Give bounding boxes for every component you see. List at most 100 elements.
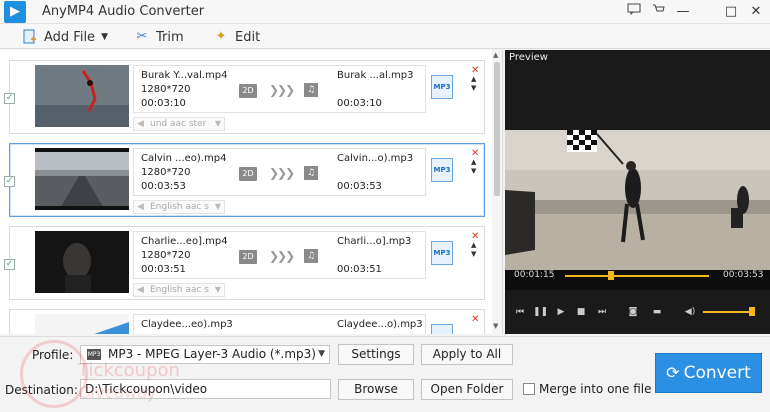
audio-track-select[interactable]: ◀ English aac s ▼ bbox=[133, 200, 225, 214]
mode-badge: 2D bbox=[239, 167, 257, 181]
output-file-name: Burak ...al.mp3 bbox=[337, 70, 414, 81]
file-row[interactable]: ✓ Charlie...eo].mp4 1280*720 00:03:51 2D… bbox=[4, 226, 485, 300]
preview-video[interactable] bbox=[505, 130, 770, 290]
source-file-name: Burak Y...val.mp4 bbox=[141, 70, 228, 81]
file-checkbox[interactable]: ✓ bbox=[4, 93, 15, 104]
pause-icon[interactable]: ❚❚ bbox=[533, 305, 548, 319]
file-checkbox[interactable]: ✓ bbox=[4, 259, 15, 270]
source-file-name: Charlie...eo].mp4 bbox=[141, 236, 228, 247]
output-file-name: Claydee...o).mp3 bbox=[337, 319, 423, 330]
video-thumbnail bbox=[35, 314, 129, 334]
skip-back-icon[interactable]: ⏮ bbox=[513, 305, 527, 319]
speaker-icon: ◀ bbox=[137, 202, 144, 212]
trim-button[interactable]: ✂ Trim bbox=[134, 27, 184, 47]
speaker-icon: ◀ bbox=[137, 285, 144, 295]
merge-checkbox[interactable] bbox=[523, 383, 535, 395]
source-file-name: Calvin ...eo).mp4 bbox=[141, 153, 227, 164]
refresh-icon: ⟳ bbox=[666, 363, 680, 382]
output-file-name: Calvin...o).mp3 bbox=[337, 153, 414, 164]
file-row[interactable]: ✓ Burak Y...val.mp4 1280*720 00:03:10 2D… bbox=[4, 60, 485, 134]
open-folder-button[interactable]: Open Folder bbox=[421, 379, 513, 400]
scroll-down-icon[interactable]: ▼ bbox=[493, 322, 498, 330]
scissors-icon: ✂ bbox=[136, 29, 148, 44]
volume-slider[interactable] bbox=[703, 311, 755, 313]
music-note-icon: ♫ bbox=[304, 83, 318, 97]
move-up-icon[interactable]: ▲ bbox=[471, 241, 476, 249]
browse-button[interactable]: Browse bbox=[338, 379, 414, 400]
audio-track-select[interactable]: ◀ und aac ster ▼ bbox=[133, 117, 225, 131]
add-file-button[interactable]: Add File ▼ bbox=[22, 27, 108, 47]
output-format-icon[interactable] bbox=[431, 324, 453, 334]
add-file-label: Add File bbox=[44, 29, 96, 45]
convert-arrows-icon: ❯❯❯ bbox=[269, 249, 295, 263]
add-file-dropdown-icon[interactable]: ▼ bbox=[101, 32, 108, 42]
move-down-icon[interactable]: ▼ bbox=[471, 167, 476, 175]
apply-to-all-button[interactable]: Apply to All bbox=[421, 344, 513, 365]
forward-icon[interactable]: ▶ bbox=[554, 305, 568, 319]
source-resolution: 1280*720 bbox=[141, 84, 191, 95]
minimize-button[interactable]: — bbox=[673, 2, 693, 22]
source-duration: 00:03:53 bbox=[141, 181, 186, 192]
seek-handle[interactable] bbox=[608, 271, 615, 280]
cart-icon[interactable] bbox=[649, 2, 669, 22]
profile-label: Profile: bbox=[32, 348, 74, 362]
current-time: 00:01:15 bbox=[514, 270, 555, 280]
camera-icon[interactable]: ◙ bbox=[626, 305, 640, 319]
seek-slider[interactable] bbox=[565, 275, 709, 277]
speaker-icon: ◀ bbox=[137, 119, 144, 129]
file-checkbox[interactable]: ✓ bbox=[4, 176, 15, 187]
feedback-chat-icon[interactable] bbox=[624, 2, 644, 22]
file-row[interactable]: ✓ Calvin ...eo).mp4 1280*720 00:03:53 2D… bbox=[4, 143, 485, 217]
close-window-button[interactable]: ✕ bbox=[746, 2, 766, 22]
source-duration: 00:03:10 bbox=[141, 98, 186, 109]
app-title: AnyMP4 Audio Converter bbox=[42, 4, 205, 19]
chevron-down-icon: ▼ bbox=[318, 349, 325, 359]
output-file-name: Charli...o].mp3 bbox=[337, 236, 412, 247]
file-list-scrollbar[interactable]: ▲ ▼ bbox=[492, 50, 502, 334]
move-down-icon[interactable]: ▼ bbox=[471, 250, 476, 258]
volume-icon[interactable]: ◀) bbox=[683, 305, 697, 319]
file-row[interactable]: Claydee...eo).mp3 Claydee...o).mp3 ✕ bbox=[9, 309, 485, 334]
destination-input[interactable]: D:\Tickcoupon\video bbox=[80, 379, 331, 399]
settings-button[interactable]: Settings bbox=[338, 344, 414, 365]
title-bar: ▶ AnyMP4 Audio Converter — □ ✕ bbox=[0, 0, 770, 24]
move-up-icon[interactable]: ▲ bbox=[471, 158, 476, 166]
source-resolution: 1280*720 bbox=[141, 167, 191, 178]
output-format-icon[interactable]: MP3 bbox=[431, 158, 453, 182]
source-duration: 00:03:51 bbox=[141, 264, 186, 275]
chevron-down-icon: ▼ bbox=[214, 285, 221, 294]
maximize-button[interactable]: □ bbox=[721, 2, 741, 22]
mode-badge: 2D bbox=[239, 250, 257, 264]
convert-button[interactable]: ⟳ Convert bbox=[655, 353, 762, 393]
output-format-icon[interactable]: MP3 bbox=[431, 75, 453, 99]
chevron-down-icon: ▼ bbox=[214, 119, 221, 128]
edit-button[interactable]: ✦ Edit bbox=[213, 27, 261, 47]
move-up-icon[interactable]: ▲ bbox=[471, 75, 476, 83]
file-info: Claydee...eo).mp3 Claydee...o).mp3 bbox=[133, 314, 426, 334]
scroll-thumb[interactable] bbox=[494, 62, 500, 196]
move-down-icon[interactable]: ▼ bbox=[471, 84, 476, 92]
folder-icon[interactable]: ▬ bbox=[650, 305, 664, 319]
mp3-format-icon: MP3 bbox=[87, 349, 101, 360]
source-resolution: 1280*720 bbox=[141, 250, 191, 261]
file-info: Charlie...eo].mp4 1280*720 00:03:51 2D ❯… bbox=[133, 231, 426, 279]
volume-handle[interactable] bbox=[749, 307, 756, 316]
output-duration: 00:03:10 bbox=[337, 98, 382, 109]
bottom-bar: Profile: MP3 MP3 - MPEG Layer-3 Audio (*… bbox=[0, 336, 770, 412]
output-duration: 00:03:51 bbox=[337, 264, 382, 275]
trim-label: Trim bbox=[156, 29, 184, 45]
scroll-up-icon[interactable]: ▲ bbox=[493, 51, 498, 59]
app-logo-icon: ▶ bbox=[4, 1, 26, 23]
stop-icon[interactable]: ■ bbox=[574, 305, 588, 319]
video-thumbnail bbox=[35, 148, 129, 210]
file-list: ✓ Burak Y...val.mp4 1280*720 00:03:10 2D… bbox=[0, 50, 503, 334]
merge-label: Merge into one file bbox=[539, 382, 652, 396]
profile-select[interactable]: MP3 MP3 - MPEG Layer-3 Audio (*.mp3) ▼ bbox=[80, 345, 330, 364]
skip-forward-icon[interactable]: ⏭ bbox=[595, 305, 609, 319]
remove-file-icon[interactable]: ✕ bbox=[471, 314, 479, 325]
output-format-icon[interactable]: MP3 bbox=[431, 241, 453, 265]
output-duration: 00:03:53 bbox=[337, 181, 382, 192]
file-info: Burak Y...val.mp4 1280*720 00:03:10 2D ❯… bbox=[133, 65, 426, 113]
seek-row: 00:01:15 00:03:53 bbox=[505, 267, 770, 283]
audio-track-select[interactable]: ◀ English aac s ▼ bbox=[133, 283, 225, 297]
